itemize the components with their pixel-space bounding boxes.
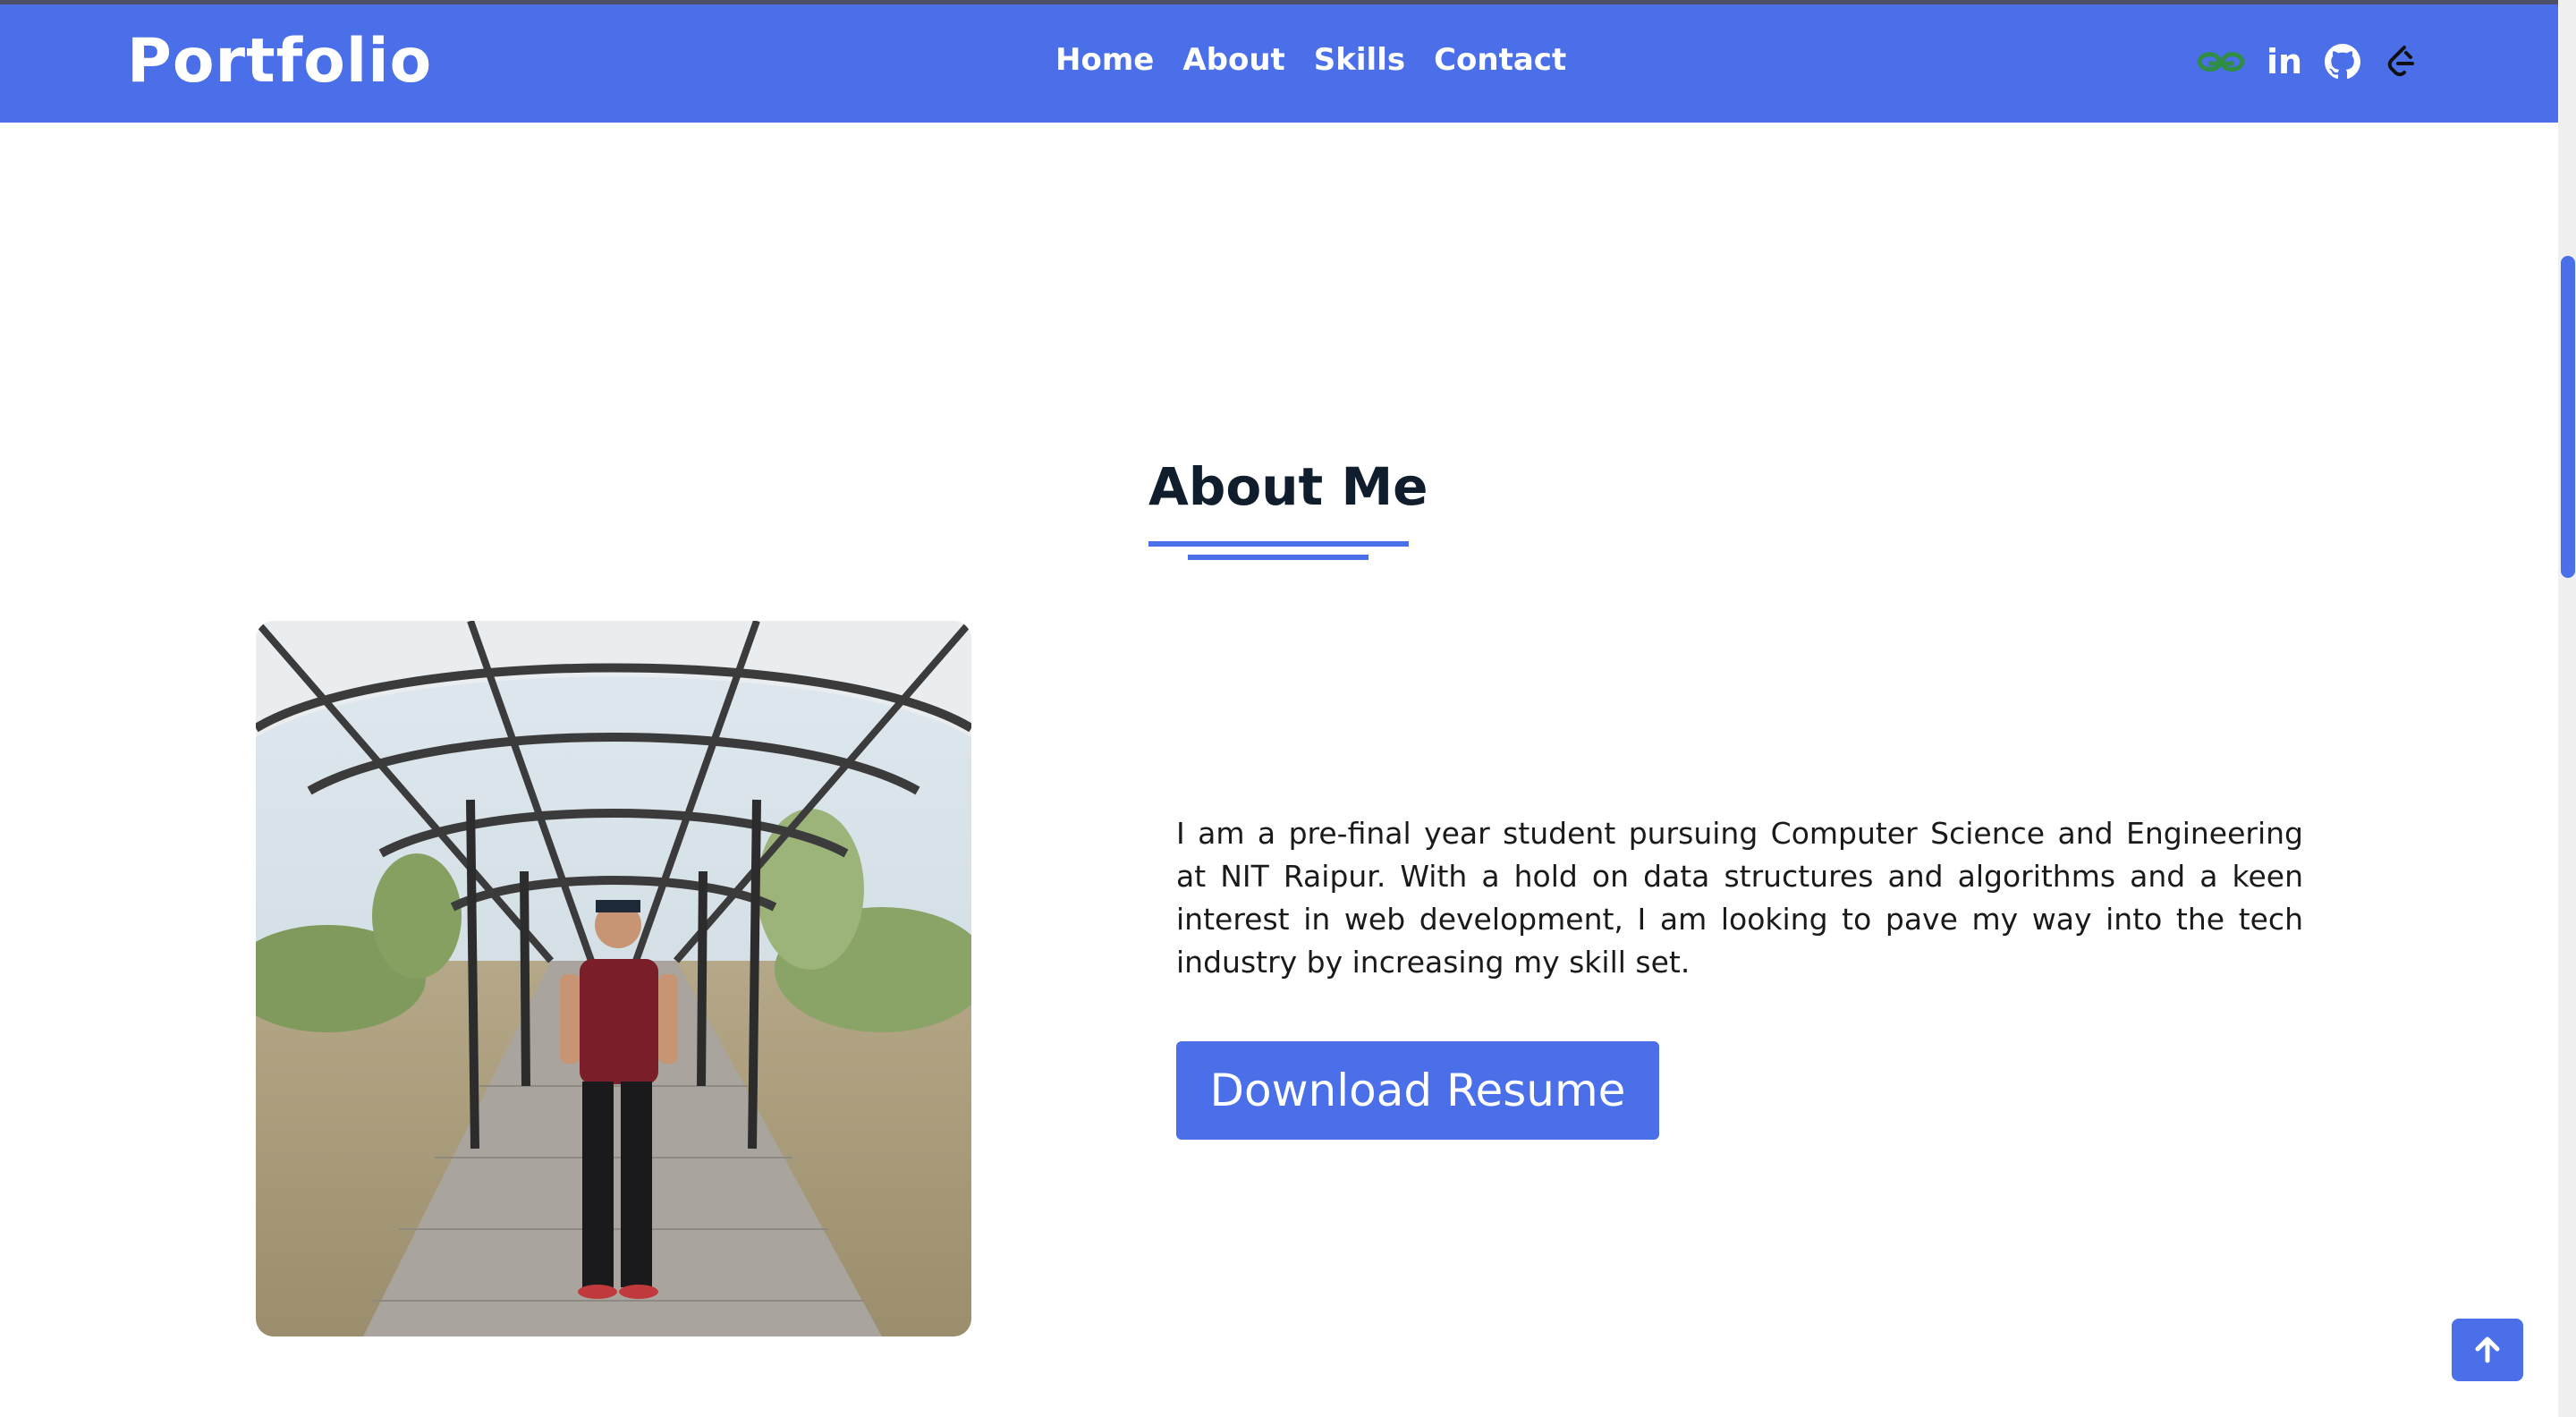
nav-link-skills[interactable]: Skills bbox=[1314, 42, 1405, 78]
nav-link-about[interactable]: About bbox=[1182, 42, 1284, 78]
nav-link-contact[interactable]: Contact bbox=[1434, 42, 1566, 78]
scrollbar-track[interactable] bbox=[2558, 0, 2576, 1417]
geeksforgeeks-icon[interactable] bbox=[2196, 40, 2246, 83]
download-resume-button[interactable]: Download Resume bbox=[1176, 1041, 1659, 1140]
nav-links: Home About Skills Contact bbox=[1055, 42, 1595, 78]
scroll-to-top-button[interactable] bbox=[2452, 1319, 2523, 1381]
scrollbar-thumb[interactable] bbox=[2561, 256, 2575, 578]
about-paragraph: I am a pre-final year student pursuing C… bbox=[1176, 816, 2303, 980]
linkedin-text: in bbox=[2266, 42, 2303, 81]
brand-logo[interactable]: Portfolio bbox=[127, 26, 432, 97]
navbar: Portfolio Home About Skills Contact in bbox=[0, 4, 2558, 123]
nav-link-home[interactable]: Home bbox=[1055, 42, 1154, 78]
leetcode-icon[interactable] bbox=[2379, 40, 2422, 83]
linkedin-icon[interactable]: in bbox=[2263, 40, 2306, 83]
arrow-up-icon bbox=[2475, 1336, 2500, 1363]
title-underline bbox=[1148, 541, 1409, 547]
profile-photo bbox=[256, 621, 971, 1336]
title-underline-secondary bbox=[1188, 555, 1368, 560]
github-icon[interactable] bbox=[2321, 40, 2364, 83]
section-title: About Me bbox=[1148, 456, 1428, 517]
